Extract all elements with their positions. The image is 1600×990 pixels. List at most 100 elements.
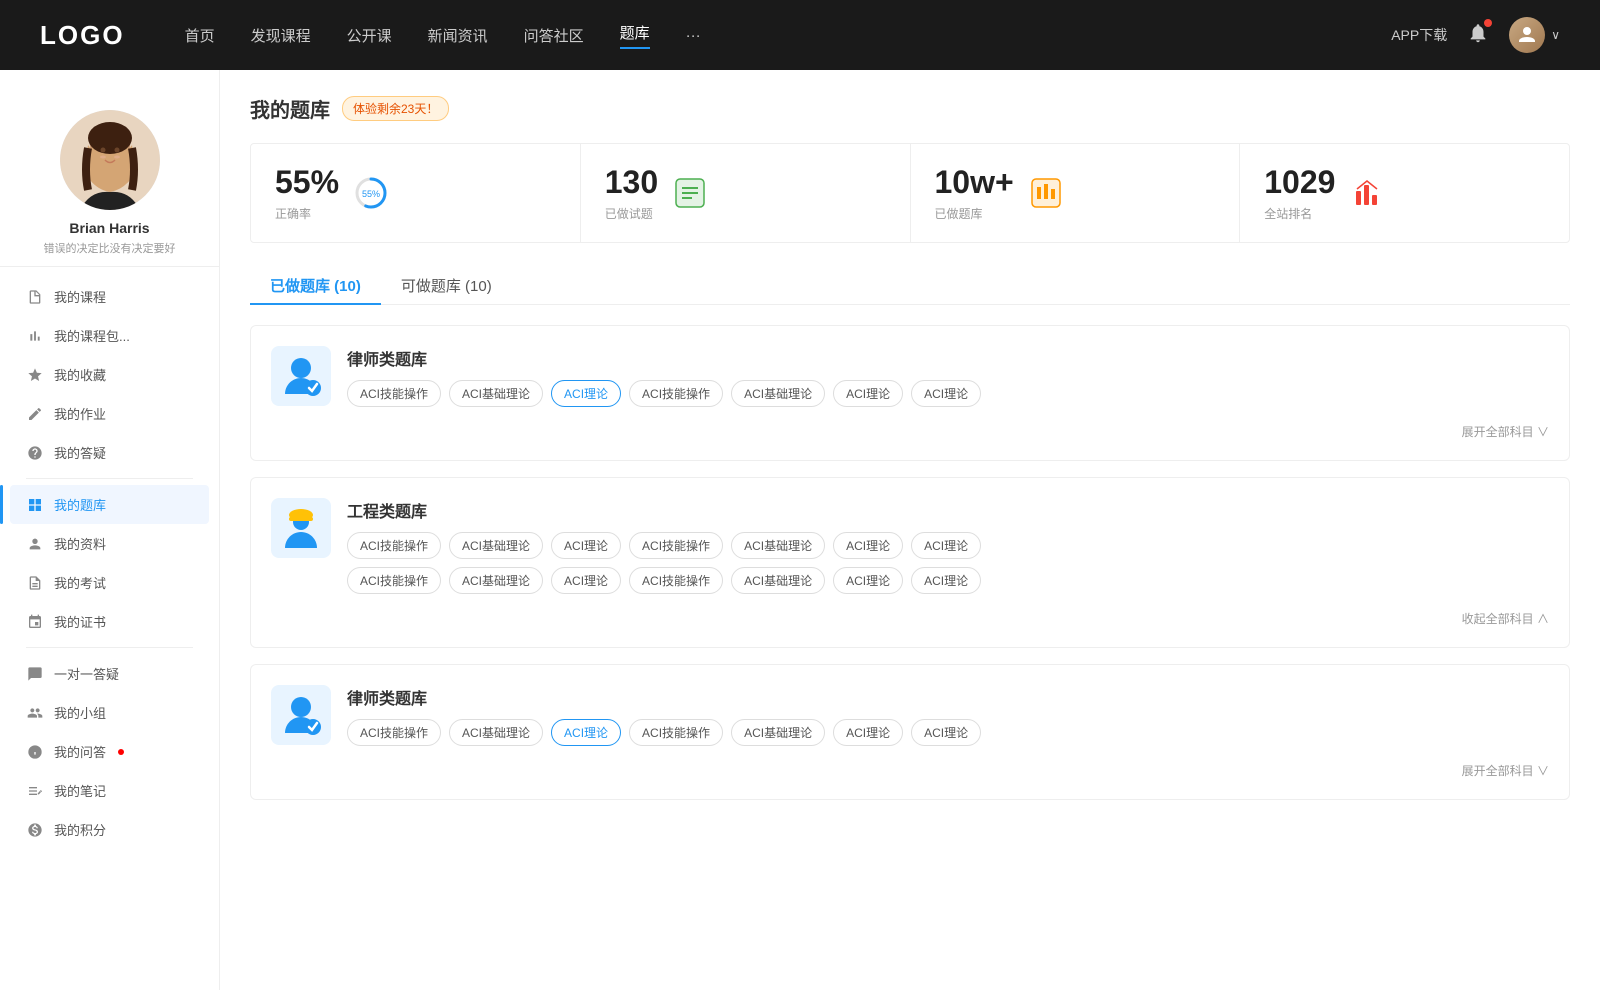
tag-2-2[interactable]: ACI理论 — [551, 532, 621, 559]
user-avatar-menu[interactable]: ∨ — [1509, 17, 1560, 53]
tag-2b-3[interactable]: ACI技能操作 — [629, 567, 723, 594]
stat-rank-label: 全站排名 — [1264, 205, 1335, 222]
expand-link-3[interactable]: 展开全部科目 ∨ — [271, 762, 1549, 779]
chat-icon — [26, 665, 44, 683]
sidebar-item-homework[interactable]: 我的作业 — [10, 394, 209, 433]
tag-2b-2[interactable]: ACI理论 — [551, 567, 621, 594]
tag-1-2[interactable]: ACI理论 — [551, 380, 621, 407]
nav-open-course[interactable]: 公开课 — [347, 25, 392, 46]
sidebar-item-notes[interactable]: 我的笔记 — [10, 771, 209, 810]
tag-3-2[interactable]: ACI理论 — [551, 719, 621, 746]
nav-question-bank[interactable]: 题库 — [620, 22, 650, 49]
nav-discover[interactable]: 发现课程 — [251, 25, 311, 46]
tag-2b-4[interactable]: ACI基础理论 — [731, 567, 825, 594]
tag-2b-6[interactable]: ACI理论 — [911, 567, 981, 594]
tag-2-6[interactable]: ACI理论 — [911, 532, 981, 559]
tag-2-3[interactable]: ACI技能操作 — [629, 532, 723, 559]
sidebar-label-myqa: 我的问答 — [54, 742, 106, 761]
tab-available-banks[interactable]: 可做题库 (10) — [381, 267, 512, 304]
sidebar-item-profile[interactable]: 我的资料 — [10, 524, 209, 563]
coin-icon — [26, 821, 44, 839]
person-icon — [26, 535, 44, 553]
tag-1-1[interactable]: ACI基础理论 — [449, 380, 543, 407]
tag-1-5[interactable]: ACI理论 — [833, 380, 903, 407]
file-icon — [26, 288, 44, 306]
stat-done-info: 130 已做试题 — [605, 164, 658, 222]
tags-row-3: ACI技能操作 ACI基础理论 ACI理论 ACI技能操作 ACI基础理论 AC… — [347, 719, 1549, 746]
stat-done-label: 已做试题 — [605, 205, 658, 222]
tag-2-1[interactable]: ACI基础理论 — [449, 532, 543, 559]
tag-3-5[interactable]: ACI理论 — [833, 719, 903, 746]
stats-row: 55% 正确率 55% 130 已做试题 — [250, 143, 1570, 243]
main-layout: Brian Harris 错误的决定比没有决定要好 我的课程 我的课程包... — [0, 70, 1600, 990]
qbank-info-2: 工程类题库 ACI技能操作 ACI基础理论 ACI理论 ACI技能操作 ACI基… — [347, 498, 1549, 594]
tag-2b-0[interactable]: ACI技能操作 — [347, 567, 441, 594]
page-header: 我的题库 体验剩余23天！ — [250, 94, 1570, 123]
stat-accuracy-label: 正确率 — [275, 205, 339, 222]
tag-1-4[interactable]: ACI基础理论 — [731, 380, 825, 407]
edit-icon — [26, 405, 44, 423]
avatar — [60, 110, 160, 210]
stat-rank-info: 1029 全站排名 — [1264, 164, 1335, 222]
grid-icon — [26, 496, 44, 514]
sidebar-item-group[interactable]: 我的小组 — [10, 693, 209, 732]
sidebar-item-cert[interactable]: 我的证书 — [10, 602, 209, 641]
qbank-icon-lawyer — [271, 346, 331, 406]
trial-badge: 体验剩余23天！ — [342, 96, 449, 121]
sidebar-item-points[interactable]: 我的积分 — [10, 810, 209, 849]
nav-more[interactable]: ··· — [686, 27, 701, 44]
tag-1-6[interactable]: ACI理论 — [911, 380, 981, 407]
expand-link-1[interactable]: 展开全部科目 ∨ — [271, 423, 1549, 440]
qbank-icon-engineer — [271, 498, 331, 558]
sidebar-item-favorites[interactable]: 我的收藏 — [10, 355, 209, 394]
document-icon — [26, 574, 44, 592]
tag-2-4[interactable]: ACI基础理论 — [731, 532, 825, 559]
tab-done-banks[interactable]: 已做题库 (10) — [250, 267, 381, 304]
sidebar-item-course[interactable]: 我的课程 — [10, 277, 209, 316]
qbank-title-3: 律师类题库 — [347, 685, 1549, 709]
notification-bell[interactable] — [1467, 22, 1489, 49]
tag-2b-5[interactable]: ACI理论 — [833, 567, 903, 594]
qbank-card-lawyer-2: 律师类题库 ACI技能操作 ACI基础理论 ACI理论 ACI技能操作 ACI基… — [250, 664, 1570, 800]
stat-accuracy: 55% 正确率 55% — [251, 144, 581, 242]
sidebar: Brian Harris 错误的决定比没有决定要好 我的课程 我的课程包... — [0, 70, 220, 990]
tag-3-4[interactable]: ACI基础理论 — [731, 719, 825, 746]
sidebar-label-qbank: 我的题库 — [54, 495, 106, 514]
sidebar-item-qbank[interactable]: 我的题库 — [10, 485, 209, 524]
sidebar-label-profile: 我的资料 — [54, 534, 106, 553]
tag-2-5[interactable]: ACI理论 — [833, 532, 903, 559]
chart-circle-icon: 55% — [353, 175, 389, 211]
sidebar-label-favorites: 我的收藏 — [54, 365, 106, 384]
expand-link-2[interactable]: 收起全部科目 ∧ — [271, 610, 1549, 627]
sidebar-label-tutor: 一对一答疑 — [54, 664, 119, 683]
nav-qa[interactable]: 问答社区 — [524, 25, 584, 46]
tag-3-1[interactable]: ACI基础理论 — [449, 719, 543, 746]
tag-1-3[interactable]: ACI技能操作 — [629, 380, 723, 407]
tags-row-2b: ACI技能操作 ACI基础理论 ACI理论 ACI技能操作 ACI基础理论 AC… — [347, 567, 1549, 594]
tag-3-3[interactable]: ACI技能操作 — [629, 719, 723, 746]
stat-done-banks: 10w+ 已做题库 — [911, 144, 1241, 242]
tags-row-1: ACI技能操作 ACI基础理论 ACI理论 ACI技能操作 ACI基础理论 AC… — [347, 380, 1549, 407]
tags-row-2: ACI技能操作 ACI基础理论 ACI理论 ACI技能操作 ACI基础理论 AC… — [347, 532, 1549, 559]
stat-done-questions: 130 已做试题 — [581, 144, 911, 242]
tag-1-0[interactable]: ACI技能操作 — [347, 380, 441, 407]
tag-3-6[interactable]: ACI理论 — [911, 719, 981, 746]
sidebar-item-answer[interactable]: 我的答疑 — [10, 433, 209, 472]
app-download-link[interactable]: APP下载 — [1391, 25, 1447, 45]
tag-3-0[interactable]: ACI技能操作 — [347, 719, 441, 746]
header: LOGO 首页 发现课程 公开课 新闻资讯 问答社区 题库 ··· APP下载 … — [0, 0, 1600, 70]
sidebar-item-course-pack[interactable]: 我的课程包... — [10, 316, 209, 355]
tag-2-0[interactable]: ACI技能操作 — [347, 532, 441, 559]
sidebar-label-course: 我的课程 — [54, 287, 106, 306]
qbank-title-2: 工程类题库 — [347, 498, 1549, 522]
sidebar-item-myqa[interactable]: 我的问答 — [10, 732, 209, 771]
stat-done-value: 130 — [605, 164, 658, 201]
sidebar-menu: 我的课程 我的课程包... 我的收藏 我的作业 — [0, 277, 219, 849]
nav-home[interactable]: 首页 — [185, 25, 215, 46]
sidebar-item-exam[interactable]: 我的考试 — [10, 563, 209, 602]
nav-news[interactable]: 新闻资讯 — [428, 25, 488, 46]
star-icon — [26, 366, 44, 384]
tag-2b-1[interactable]: ACI基础理论 — [449, 567, 543, 594]
sidebar-item-tutor[interactable]: 一对一答疑 — [10, 654, 209, 693]
myqa-notification-dot — [118, 749, 124, 755]
